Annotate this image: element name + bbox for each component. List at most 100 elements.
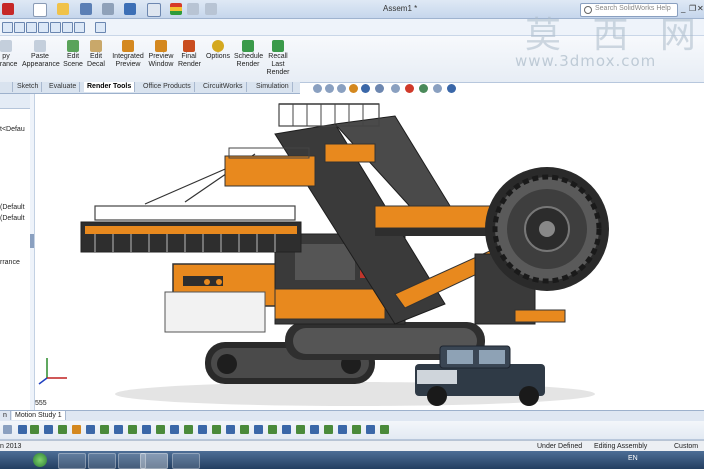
integrated-preview-button[interactable]: Integrated Preview (110, 40, 146, 69)
rectangle-icon[interactable] (44, 425, 53, 434)
options-icon (212, 40, 224, 52)
plane-icon[interactable] (338, 425, 347, 434)
tab-motion-study-1[interactable]: Motion Study 1 (12, 411, 66, 420)
sketch-icon[interactable] (18, 425, 27, 434)
view-orientation-icon[interactable] (361, 84, 370, 93)
system-tray-icons[interactable] (650, 455, 700, 463)
previous-view-icon[interactable] (337, 84, 346, 93)
tab-simulation[interactable]: Simulation (253, 82, 293, 92)
rib-icon[interactable] (296, 425, 305, 434)
tab-model[interactable]: n (0, 411, 11, 420)
graphics-viewport[interactable]: IAX (35, 94, 704, 410)
view-cube-icon[interactable] (26, 22, 37, 33)
edit-decal-button[interactable]: Edit Decal (86, 40, 106, 69)
minimize-button[interactable]: _ (681, 4, 685, 13)
open-folder-icon[interactable] (57, 3, 69, 15)
edit-scene-button[interactable]: Edit Scene (62, 40, 84, 69)
tab-features-partial[interactable] (0, 82, 13, 92)
zoom-to-fit-icon[interactable] (313, 84, 322, 93)
move-component-icon[interactable] (74, 22, 85, 33)
file-properties-icon[interactable] (187, 3, 199, 15)
mass-properties-icon[interactable] (380, 425, 389, 434)
shell-icon[interactable] (282, 425, 291, 434)
rebuild-traffic-light-icon[interactable] (170, 3, 182, 15)
taskbar-explorer-button[interactable] (58, 453, 86, 469)
offset-icon[interactable] (128, 425, 137, 434)
taskbar-media-button[interactable] (88, 453, 116, 469)
view-settings-icon[interactable] (433, 84, 442, 93)
options-button[interactable]: Options (205, 40, 231, 61)
mirror-icon[interactable] (142, 425, 151, 434)
print-icon[interactable] (102, 3, 114, 15)
sweep-icon[interactable] (226, 425, 235, 434)
tab-sketch[interactable]: Sketch (14, 82, 43, 92)
fillet-icon[interactable] (254, 425, 263, 434)
hole-icon[interactable] (310, 425, 319, 434)
spline-icon[interactable] (86, 425, 95, 434)
tab-circuitworks[interactable]: CircuitWorks (200, 82, 247, 92)
trim-icon[interactable] (114, 425, 123, 434)
relation-icon[interactable] (184, 425, 193, 434)
loft-icon[interactable] (240, 425, 249, 434)
extrude-icon[interactable] (198, 425, 207, 434)
line-icon[interactable] (30, 425, 39, 434)
solidworks-logo-icon[interactable] (2, 3, 14, 15)
mate-icon[interactable] (50, 22, 61, 33)
tab-render-tools[interactable]: Render Tools (84, 82, 136, 92)
apply-scene-icon[interactable] (419, 84, 428, 93)
help-search-input[interactable]: Search SolidWorks Help (580, 3, 678, 17)
new-document-icon[interactable] (33, 3, 47, 17)
taskbar-app-button[interactable] (172, 453, 200, 469)
edit-scene-icon (67, 40, 79, 52)
circle-icon[interactable] (58, 425, 67, 434)
command-manager-tabs: Sketch Evaluate Render Tools Office Prod… (0, 82, 300, 94)
copy-appearance-button[interactable]: pyarance (0, 40, 17, 69)
recall-last-render-button[interactable]: Recall Last Render (266, 40, 290, 77)
feature-manager-tree: t<Defau (Default (Default rrance (0, 94, 31, 410)
component-icon[interactable] (38, 22, 49, 33)
bucket-wheel-excavator-model[interactable]: IAX (35, 94, 704, 410)
display-style-icon[interactable] (375, 84, 384, 93)
draft-icon[interactable] (324, 425, 333, 434)
part-icon[interactable] (14, 22, 25, 33)
language-indicator[interactable]: EN (628, 455, 638, 462)
toolbar-arrow-icon[interactable] (3, 425, 12, 434)
explode-icon[interactable] (62, 22, 73, 33)
taskbar-solidworks-button[interactable] (140, 453, 168, 469)
final-render-button[interactable]: Final Render (178, 40, 201, 69)
section-view-icon[interactable] (349, 84, 358, 93)
chamfer-icon[interactable] (268, 425, 277, 434)
tree-item[interactable]: (Default (0, 215, 25, 222)
options-gear-icon[interactable] (205, 3, 217, 15)
assembly-icon[interactable] (2, 22, 13, 33)
save-icon[interactable] (80, 3, 92, 15)
copy-appearance-icon (0, 40, 12, 52)
pen-icon[interactable] (95, 22, 106, 33)
arc-icon[interactable] (72, 425, 81, 434)
point-icon[interactable] (100, 425, 109, 434)
revolve-icon[interactable] (212, 425, 221, 434)
zoom-area-icon[interactable] (325, 84, 334, 93)
tree-item[interactable]: rrance (0, 259, 20, 266)
edit-appearance-icon[interactable] (405, 84, 414, 93)
paste-appearance-button[interactable]: Paste Appearance (22, 40, 60, 69)
restore-button[interactable]: ❐ (689, 4, 696, 13)
tab-evaluate[interactable]: Evaluate (46, 82, 81, 92)
close-button[interactable]: ✕ (697, 4, 704, 13)
select-arrow-icon[interactable] (147, 3, 161, 17)
preview-window-button[interactable]: Preview Window (148, 40, 174, 69)
pattern-icon[interactable] (156, 425, 165, 434)
splitter-grip[interactable] (30, 234, 34, 248)
render-view-icon[interactable] (447, 84, 456, 93)
tree-item[interactable]: t<Defau (0, 126, 25, 133)
tab-office-products[interactable]: Office Products (140, 82, 195, 92)
axis-icon[interactable] (352, 425, 361, 434)
measure-icon[interactable] (366, 425, 375, 434)
dimension-icon[interactable] (170, 425, 179, 434)
tree-item[interactable]: (Default (0, 204, 25, 211)
undo-icon[interactable] (124, 3, 136, 15)
hide-show-icon[interactable] (391, 84, 400, 93)
start-button-icon[interactable] (33, 453, 47, 467)
document-title: Assem1 * (383, 4, 418, 13)
schedule-render-button[interactable]: Schedule Render (234, 40, 263, 69)
